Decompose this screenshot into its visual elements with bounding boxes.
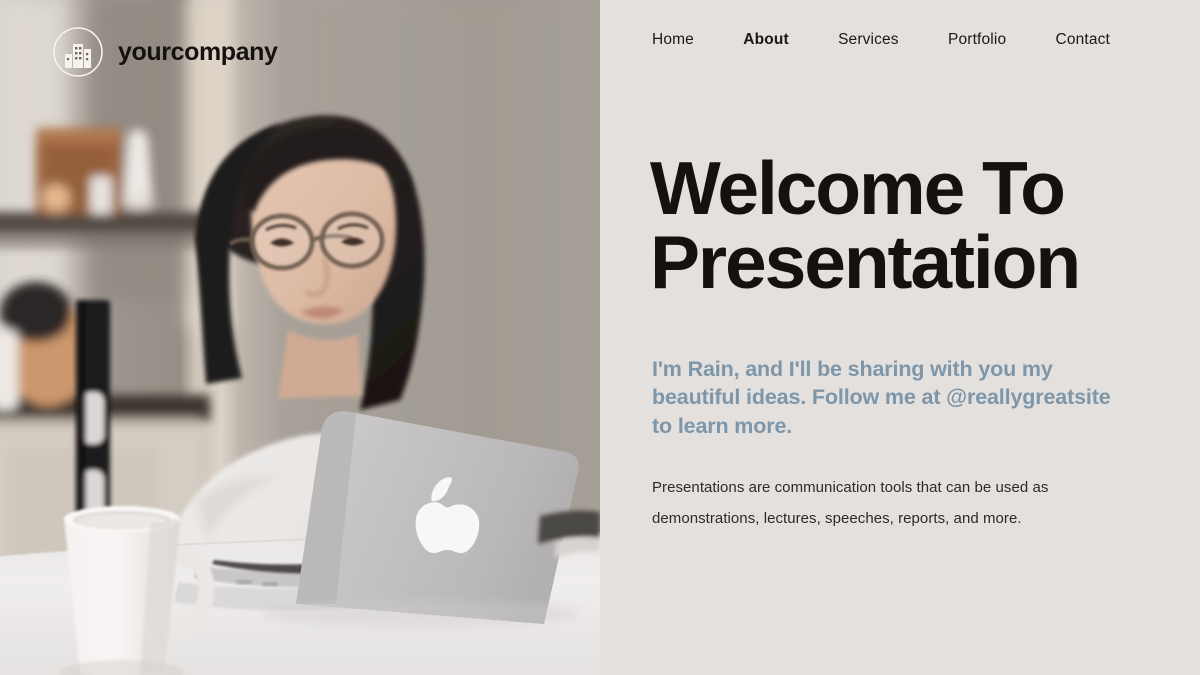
hero-body-text: Presentations are communication tools th… xyxy=(652,479,1049,527)
brand-name: yourcompany xyxy=(118,37,278,66)
nav-item-services[interactable]: Services xyxy=(838,31,899,49)
nav-item-contact[interactable]: Contact xyxy=(1056,31,1110,49)
content-panel: Home About Services Portfolio Contact We… xyxy=(600,0,1200,675)
nav-item-home[interactable]: Home xyxy=(652,31,694,49)
main-navigation: Home About Services Portfolio Contact xyxy=(652,31,1110,49)
nav-item-about[interactable]: About xyxy=(743,31,789,49)
headline-line-1: Welcome To xyxy=(650,146,1066,230)
page-title: Welcome To Presentation xyxy=(650,151,1180,300)
nav-item-portfolio[interactable]: Portfolio xyxy=(948,31,1006,49)
headline-line-2: Presentation xyxy=(650,219,1081,304)
hero-photo-panel: yourcompany xyxy=(0,0,600,675)
brand-logo-lockup[interactable]: yourcompany xyxy=(52,26,278,78)
presentation-slide: yourcompany Home About Services Portfoli… xyxy=(0,0,1200,675)
hero-subheading: I'm Rain, and I'll be sharing with you m… xyxy=(652,357,1111,438)
workspace-photo-image xyxy=(0,0,600,675)
building-circle-logo-icon xyxy=(53,27,103,77)
